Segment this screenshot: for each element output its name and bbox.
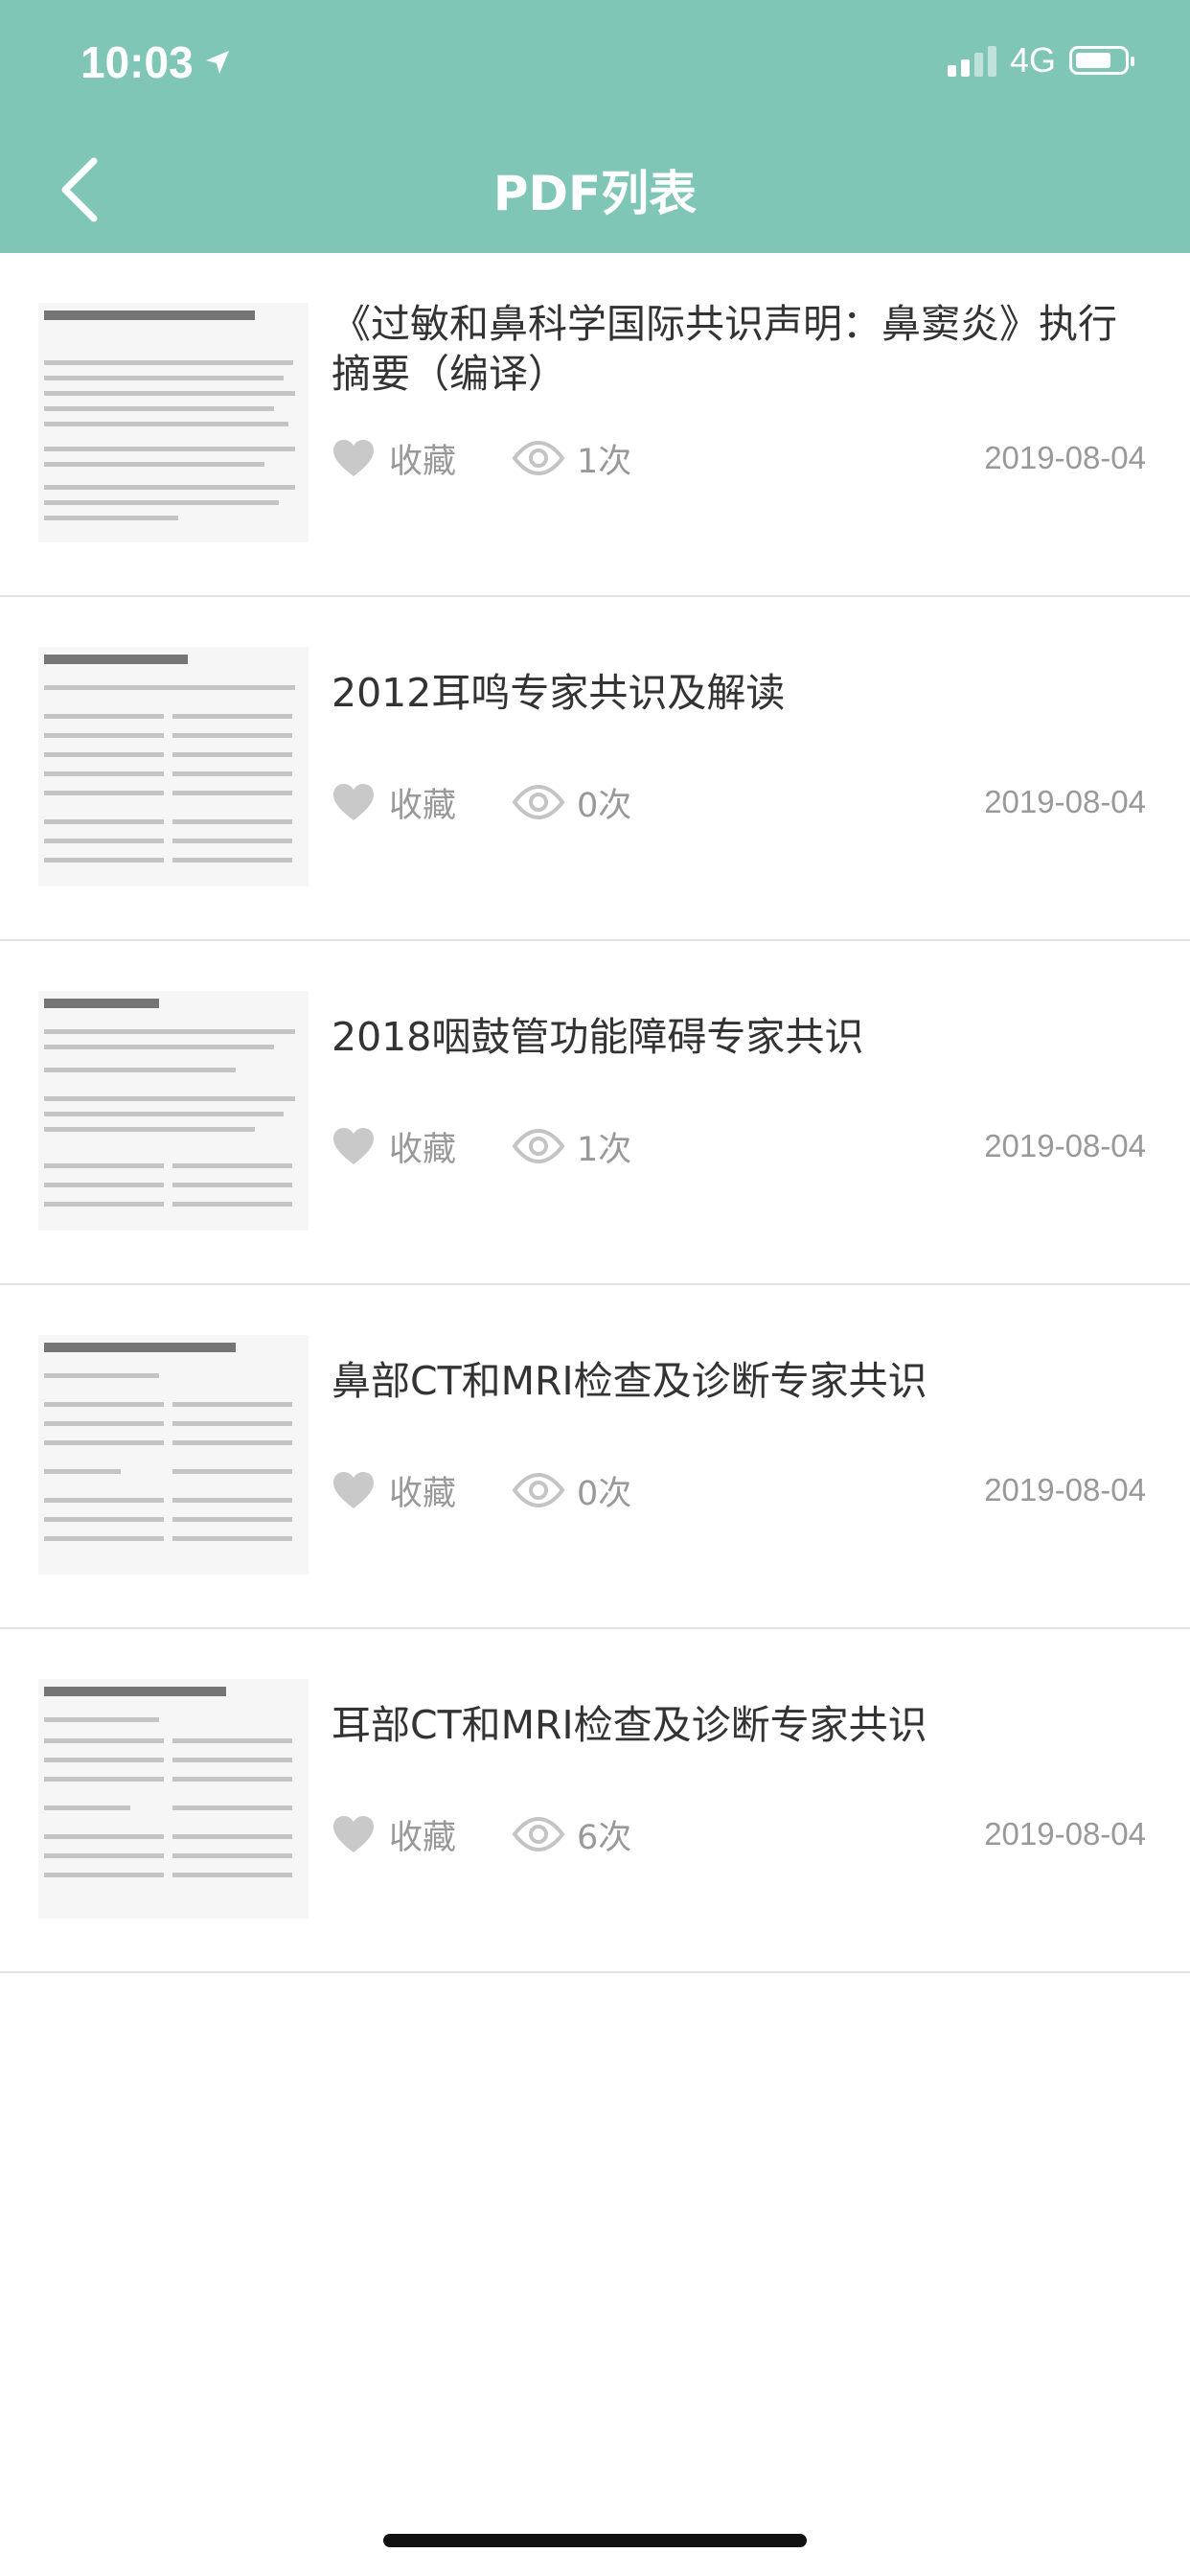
eye-icon [512, 785, 565, 819]
time-text: 10:03 [80, 37, 194, 87]
signal-icon [947, 44, 996, 77]
status-indicators: 4G [947, 40, 1134, 80]
heart-icon [333, 440, 374, 476]
nav-header: 10:03 4G PDF列表 [0, 0, 1190, 253]
eye-icon [512, 1817, 565, 1852]
favorite-label: 收藏 [389, 786, 457, 825]
pdf-list-item[interactable]: 2018咽鼓管功能障碍专家共识 收藏 1次 2019-08-04 [0, 941, 1190, 1285]
favorite-label: 收藏 [389, 1818, 457, 1857]
pdf-thumbnail [38, 1679, 309, 1919]
pdf-thumbnail [38, 647, 309, 886]
item-meta: 收藏 1次 2019-08-04 [332, 435, 1146, 481]
favorite-button[interactable]: 收藏 [332, 1466, 456, 1515]
favorite-label: 收藏 [389, 442, 457, 481]
item-meta: 收藏 0次 2019-08-04 [332, 779, 1146, 825]
view-count-text: 1次 [577, 442, 632, 481]
pdf-title[interactable]: 《过敏和鼻科学国际共识声明：鼻窦炎》执行摘要（编译） [332, 299, 1136, 399]
item-date: 2019-08-04 [984, 1128, 1146, 1163]
item-date: 2019-08-04 [984, 1816, 1146, 1852]
pdf-list: 《过敏和鼻科学国际共识声明：鼻窦炎》执行摘要（编译） 收藏 1次 2019-08… [0, 253, 1190, 1973]
battery-icon [1069, 46, 1134, 75]
heart-icon [333, 784, 374, 820]
eye-icon [512, 441, 565, 475]
heart-icon [333, 1128, 374, 1164]
favorite-label: 收藏 [389, 1130, 457, 1169]
pdf-thumbnail [38, 1335, 309, 1575]
item-date: 2019-08-04 [984, 784, 1146, 819]
favorite-button[interactable]: 收藏 [332, 1810, 456, 1859]
pdf-list-item[interactable]: 《过敏和鼻科学国际共识声明：鼻窦炎》执行摘要（编译） 收藏 1次 2019-08… [0, 253, 1190, 597]
pdf-thumbnail [38, 303, 309, 542]
view-count-text: 0次 [577, 786, 632, 825]
heart-icon [333, 1816, 374, 1852]
item-meta: 收藏 1次 2019-08-04 [332, 1123, 1146, 1169]
item-date: 2019-08-04 [984, 1472, 1146, 1507]
view-count-text: 6次 [577, 1818, 632, 1857]
home-indicator[interactable] [383, 2534, 807, 2547]
pdf-list-item[interactable]: 耳部CT和MRI检查及诊断专家共识 收藏 6次 2019-08-04 [0, 1629, 1190, 1973]
view-count: 0次 [512, 1466, 631, 1515]
view-count: 1次 [512, 1122, 631, 1171]
item-meta: 收藏 0次 2019-08-04 [332, 1467, 1146, 1513]
item-date: 2019-08-04 [984, 440, 1146, 475]
network-type: 4G [1009, 40, 1056, 80]
location-arrow-icon [205, 51, 229, 74]
favorite-button[interactable]: 收藏 [332, 434, 456, 483]
eye-icon [512, 1473, 565, 1507]
pdf-title[interactable]: 2012耳鸣专家共识及解读 [332, 668, 1136, 718]
favorite-label: 收藏 [389, 1474, 457, 1513]
view-count: 1次 [512, 434, 631, 483]
pdf-thumbnail [38, 991, 309, 1230]
favorite-button[interactable]: 收藏 [332, 1122, 456, 1171]
status-time: 10:03 [80, 36, 232, 88]
item-meta: 收藏 6次 2019-08-04 [332, 1811, 1146, 1857]
page-title: PDF列表 [492, 166, 698, 221]
pdf-list-item[interactable]: 2012耳鸣专家共识及解读 收藏 0次 2019-08-04 [0, 597, 1190, 941]
pdf-list-item[interactable]: 鼻部CT和MRI检查及诊断专家共识 收藏 0次 2019-08-04 [0, 1285, 1190, 1629]
view-count: 0次 [512, 778, 631, 827]
view-count-text: 0次 [577, 1474, 632, 1513]
pdf-title[interactable]: 鼻部CT和MRI检查及诊断专家共识 [332, 1356, 1136, 1406]
pdf-title[interactable]: 耳部CT和MRI检查及诊断专家共识 [332, 1700, 1136, 1750]
view-count: 6次 [512, 1810, 631, 1859]
pdf-title[interactable]: 2018咽鼓管功能障碍专家共识 [332, 1012, 1136, 1062]
heart-icon [333, 1472, 374, 1508]
view-count-text: 1次 [577, 1130, 632, 1169]
eye-icon [512, 1129, 565, 1163]
favorite-button[interactable]: 收藏 [332, 778, 456, 827]
